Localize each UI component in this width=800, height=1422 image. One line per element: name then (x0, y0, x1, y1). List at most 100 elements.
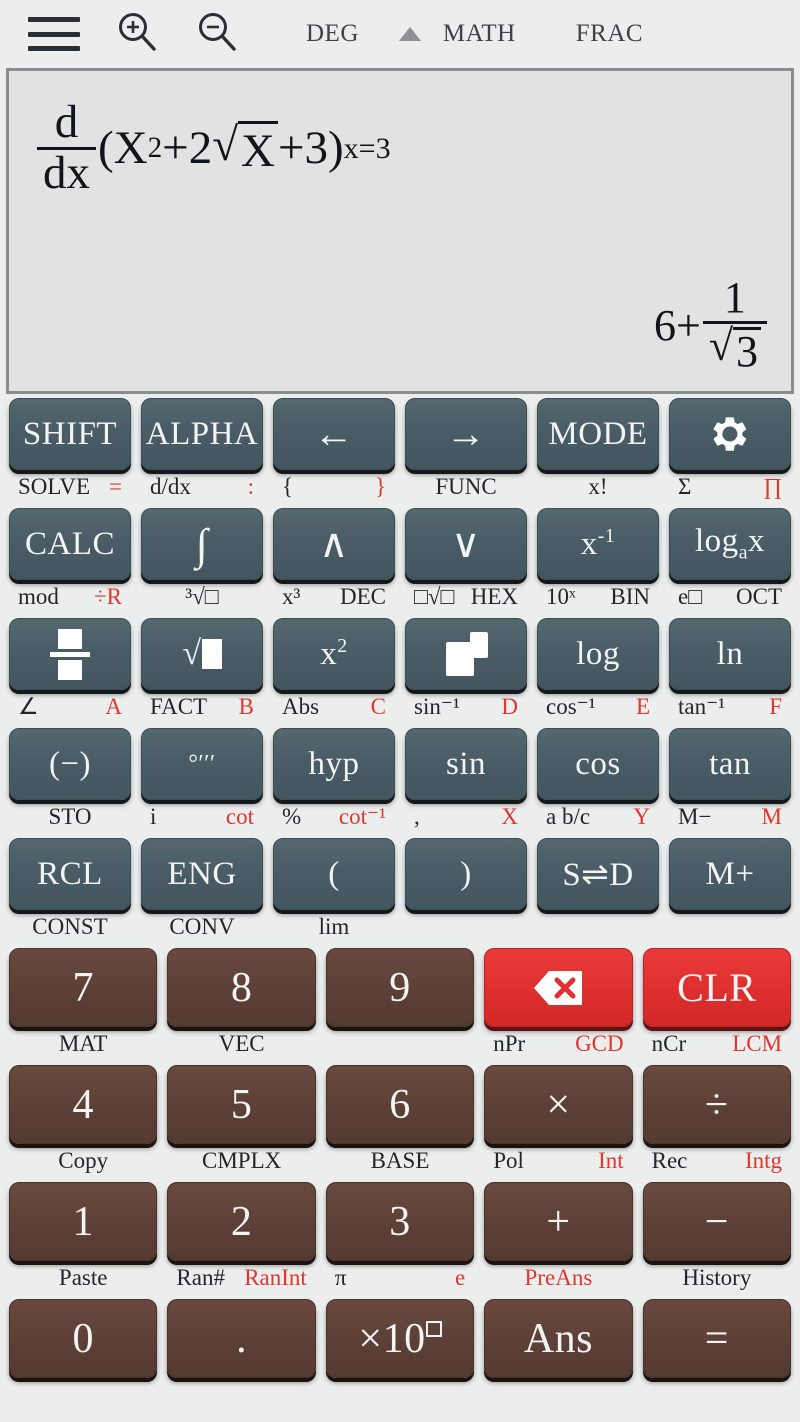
hamburger-menu-icon[interactable] (28, 17, 80, 51)
key-delete[interactable] (484, 948, 633, 1027)
key-memory-plus[interactable]: M+ (669, 838, 791, 910)
key-label: − (704, 1198, 729, 1245)
sub-left: SOLVE (18, 474, 90, 499)
sublabel-multiply: Pol Int (479, 1144, 637, 1178)
sub-right: OCT (736, 584, 782, 609)
sublabel-ln: tan⁻¹ F (664, 690, 796, 724)
key-log[interactable]: log (537, 618, 659, 690)
sub-right: = (109, 474, 122, 499)
keypad-row-3: ∠ A √ FACT B x2 Abs C sin⁻¹ D log cos⁻¹ … (4, 614, 796, 724)
sublabel-dms: i cot (136, 800, 268, 834)
sub-right: cot⁻¹ (338, 804, 386, 829)
key-integral[interactable]: ∫ (141, 508, 263, 580)
key-0[interactable]: 0 (9, 1299, 158, 1378)
key-standard-decimal-toggle[interactable]: S⇌D (537, 838, 659, 910)
key-left-arrow[interactable]: ← (273, 398, 395, 470)
key-close-paren[interactable]: ) (405, 838, 527, 910)
backspace-icon (532, 969, 584, 1007)
key-label: SHIFT (22, 415, 118, 452)
key-clear[interactable]: CLR (642, 948, 792, 1027)
key-decimal-point[interactable]: . (167, 1299, 316, 1378)
key-power[interactable] (405, 618, 527, 690)
sub-right: : (247, 474, 254, 499)
key-label: M+ (705, 855, 755, 892)
calculator-display[interactable]: d dx ( X 2 + 2 √ X + 3 ) x=3 6+ 1 √ 3 (6, 68, 794, 394)
power-icon (440, 632, 492, 676)
sub-left: FUNC (435, 474, 497, 499)
status-indicators: DEG MATH FRAC (306, 20, 643, 48)
expr-term1-base: X (113, 122, 148, 175)
key-9[interactable]: 9 (325, 948, 475, 1027)
sub-left: % (282, 804, 302, 829)
key-open-paren[interactable]: ( (273, 838, 395, 910)
result-denominator: √ 3 (702, 321, 767, 375)
sublabel-sqrt: FACT B (136, 690, 268, 724)
sublabel-tan: M− M (664, 800, 796, 834)
key-equals[interactable]: = (642, 1299, 792, 1378)
sqrt-symbol: √ (212, 119, 238, 172)
sub-right: D (501, 694, 518, 719)
sub-right: E (635, 694, 650, 719)
key-alpha[interactable]: ALPHA (141, 398, 263, 470)
key-ln[interactable]: ln (669, 618, 791, 690)
key-minus[interactable]: − (642, 1182, 792, 1261)
key-log-base-a[interactable]: logax (669, 508, 791, 580)
key-sin[interactable]: sin (405, 728, 527, 800)
sub-left: , (414, 804, 420, 829)
sqrt-icon: √ (182, 635, 222, 673)
expr-plus-1: + (162, 122, 189, 175)
sub-right: A (105, 694, 122, 719)
key-7[interactable]: 7 (9, 948, 158, 1027)
zoom-out-icon[interactable] (194, 9, 240, 60)
key-calc[interactable]: CALC (9, 508, 131, 580)
triangle-up-icon (398, 27, 421, 41)
expr-coefficient: 2 (188, 122, 213, 175)
expr-sqrt: √ X (212, 118, 278, 178)
key-8[interactable]: 8 (167, 948, 316, 1027)
key-eng[interactable]: ENG (141, 838, 263, 910)
key-fraction[interactable] (9, 618, 131, 690)
key-6[interactable]: 6 (325, 1065, 475, 1144)
key-1[interactable]: 1 (9, 1182, 158, 1261)
sub-right: PreAns (524, 1265, 593, 1290)
sublabel-cos: a b/c Y (532, 800, 664, 834)
sublabel-alpha: d/dx : (136, 470, 268, 504)
key-negative[interactable]: (−) (9, 728, 131, 800)
keypad-row-2: CALC mod ÷R ∫ ³√□ ∧ x³ DEC ∨ □√□ HEX x-1… (4, 504, 796, 614)
sub-right: X (501, 804, 518, 829)
key-down-arrow[interactable]: ∨ (405, 508, 527, 580)
key-2[interactable]: 2 (167, 1182, 316, 1261)
key-answer[interactable]: Ans (484, 1299, 633, 1378)
display-expression: d dx ( X 2 + 2 √ X + 3 ) x=3 (35, 98, 391, 198)
keypad-row-7: 4 Copy 5 CMPLX 6 BASE × Pol Int ÷ Rec In… (4, 1061, 796, 1178)
key-square[interactable]: x2 (273, 618, 395, 690)
key-cos[interactable]: cos (537, 728, 659, 800)
zoom-in-icon[interactable] (114, 9, 160, 60)
key-settings[interactable] (669, 398, 791, 470)
key-4[interactable]: 4 (9, 1065, 158, 1144)
degree-minute-second-icon: °′′′ (188, 750, 216, 777)
key-right-arrow[interactable]: → (405, 398, 527, 470)
key-shift[interactable]: SHIFT (9, 398, 131, 470)
key-label: 1 (72, 1198, 94, 1245)
key-reciprocal[interactable]: x-1 (537, 508, 659, 580)
key-up-arrow[interactable]: ∧ (273, 508, 395, 580)
key-plus[interactable]: + (484, 1182, 633, 1261)
key-3[interactable]: 3 (325, 1182, 475, 1261)
key-times-ten-power[interactable]: ×10 (325, 1299, 475, 1378)
key-multiply[interactable]: × (484, 1065, 633, 1144)
key-degree-minute-second[interactable]: °′′′ (141, 728, 263, 800)
key-mode[interactable]: MODE (537, 398, 659, 470)
sublabel-8: VEC (162, 1027, 320, 1061)
sub-left: M− (678, 804, 712, 829)
sub-left: BASE (370, 1148, 430, 1173)
sublabel-delete: nPr GCD (479, 1027, 637, 1061)
key-rcl[interactable]: RCL (9, 838, 131, 910)
key-sqrt[interactable]: √ (141, 618, 263, 690)
key-5[interactable]: 5 (167, 1065, 316, 1144)
key-hyp[interactable]: hyp (273, 728, 395, 800)
keypad-row-4: (−) STO °′′′ i cot hyp % cot⁻¹ sin , X c… (4, 724, 796, 834)
key-divide[interactable]: ÷ (642, 1065, 792, 1144)
times-ten-power-icon: ×10 (358, 1315, 442, 1363)
key-tan[interactable]: tan (669, 728, 791, 800)
